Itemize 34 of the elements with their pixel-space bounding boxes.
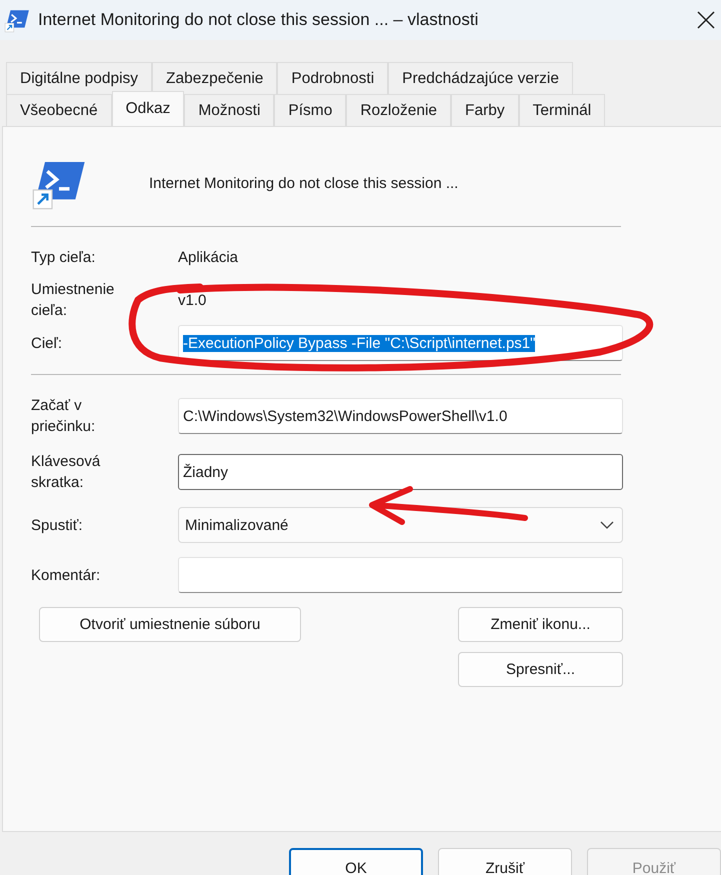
dialog-button[interactable]: Zrušiť bbox=[438, 848, 572, 875]
tab[interactable]: Predchádzajúce verzie bbox=[388, 62, 573, 94]
chevron-down-icon bbox=[600, 521, 614, 529]
field-label: Komentár: bbox=[31, 566, 102, 586]
field-label: Začať v priečinku: bbox=[31, 396, 96, 437]
field-label: Typ cieľa: bbox=[31, 248, 96, 268]
tab[interactable]: Možnosti bbox=[184, 94, 274, 126]
field-label: Umiestnenie cieľa: bbox=[31, 280, 116, 321]
tab[interactable]: Zabezpečenie bbox=[152, 62, 278, 94]
action-button[interactable]: Spresniť... bbox=[458, 652, 623, 687]
field-label: Cieľ: bbox=[31, 334, 64, 354]
tab[interactable]: Rozloženie bbox=[346, 94, 452, 126]
field-value: v1.0 bbox=[178, 292, 206, 308]
window-title: Internet Monitoring do not close this session ... – vlastnosti bbox=[38, 10, 480, 30]
shortcut-name: Internet Monitoring do not close this session ... bbox=[149, 174, 458, 192]
tab[interactable]: Farby bbox=[451, 94, 519, 126]
tab[interactable]: Terminál bbox=[518, 94, 606, 126]
field-label: Klávesová skratka: bbox=[31, 452, 102, 493]
input-field[interactable]: Žiadny bbox=[178, 454, 623, 490]
input-field[interactable]: C:\Windows\System32\WindowsPowerShell\v1.0 bbox=[178, 398, 623, 434]
dropdown[interactable]: Minimalizované bbox=[178, 507, 623, 543]
tab[interactable]: Písmo bbox=[274, 94, 346, 126]
dialog-button[interactable]: OK bbox=[289, 848, 424, 875]
tab[interactable]: Digitálne podpisy bbox=[6, 62, 152, 94]
field-label: Spustiť: bbox=[31, 516, 84, 536]
tab[interactable]: Odkaz bbox=[112, 91, 184, 126]
action-button[interactable]: Zmeniť ikonu... bbox=[458, 607, 623, 642]
close-icon[interactable] bbox=[697, 11, 715, 29]
input-field[interactable] bbox=[178, 557, 623, 593]
input-field[interactable]: -ExecutionPolicy Bypass -File "C:\Script\internet.ps1" bbox=[178, 325, 623, 361]
action-button[interactable]: Otvoriť umiestnenie súboru bbox=[39, 607, 301, 642]
field-value: Aplikácia bbox=[178, 248, 238, 266]
tab[interactable]: Podrobnosti bbox=[277, 62, 388, 94]
tab[interactable]: Všeobecné bbox=[6, 94, 112, 126]
